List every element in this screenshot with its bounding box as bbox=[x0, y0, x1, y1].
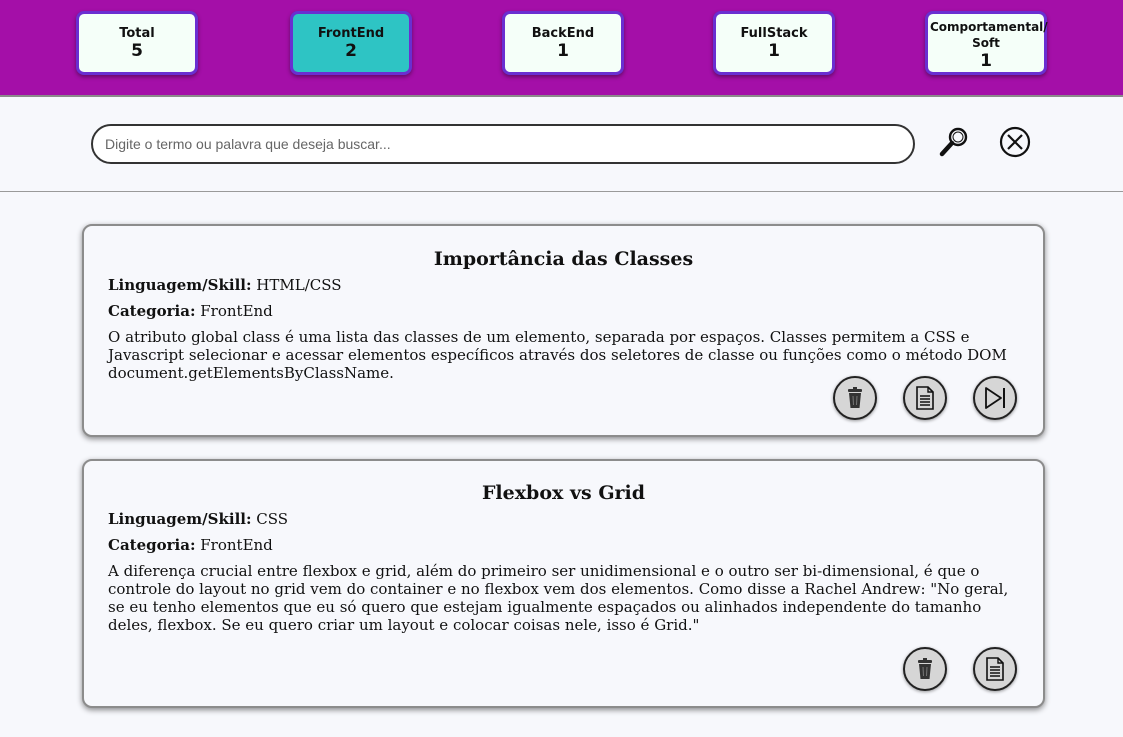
card-actions bbox=[833, 376, 1019, 420]
language-label: Linguagem/Skill: bbox=[108, 510, 252, 528]
document-icon bbox=[916, 386, 934, 410]
card-actions bbox=[903, 647, 1019, 691]
card-title: Importância das Classes bbox=[433, 248, 694, 270]
edit-button[interactable] bbox=[973, 647, 1017, 691]
document-icon bbox=[986, 657, 1004, 681]
trash-icon bbox=[918, 658, 932, 679]
language-value: CSS bbox=[256, 510, 289, 528]
category-label: Categoria: bbox=[108, 536, 196, 554]
delete-button[interactable] bbox=[903, 647, 947, 691]
card-description: A diferença crucial entre flexbox e grid… bbox=[108, 562, 1009, 634]
search-button[interactable] bbox=[937, 124, 973, 160]
category-value: FrontEnd bbox=[200, 302, 273, 320]
card-description: O atributo global class é uma lista das … bbox=[108, 328, 1007, 382]
search-input[interactable] bbox=[91, 124, 915, 164]
clear-search-button[interactable] bbox=[997, 124, 1033, 160]
stat-label: FullStack bbox=[740, 26, 808, 41]
edit-button[interactable] bbox=[903, 376, 947, 420]
stat-total[interactable]: Total 5 bbox=[76, 11, 198, 75]
card-category-row: Categoria: FrontEnd bbox=[108, 302, 1019, 320]
delete-button[interactable] bbox=[833, 376, 877, 420]
card-title: Flexbox vs Grid bbox=[481, 482, 646, 504]
language-label: Linguagem/Skill: bbox=[108, 276, 252, 294]
stat-backend[interactable]: BackEnd 1 bbox=[502, 11, 624, 75]
trash-icon bbox=[848, 387, 862, 408]
tip-card: Flexbox vs Grid Linguagem/Skill: CSS Cat… bbox=[82, 459, 1045, 708]
stat-count: 1 bbox=[768, 41, 780, 61]
stat-comportamental-soft[interactable]: Comportamental/ Soft 1 bbox=[925, 11, 1048, 75]
category-label: Categoria: bbox=[108, 302, 196, 320]
card-language-row: Linguagem/Skill: CSS bbox=[108, 510, 1019, 528]
stat-count: 2 bbox=[345, 41, 357, 61]
stat-label: Comportamental/ Soft bbox=[930, 20, 1048, 50]
card-category-row: Categoria: FrontEnd bbox=[108, 536, 1019, 554]
language-value: HTML/CSS bbox=[256, 276, 342, 294]
tip-card: Importância das Classes Linguagem/Skill:… bbox=[82, 224, 1045, 437]
stat-label: BackEnd bbox=[531, 26, 595, 41]
category-stats-bar: Total 5 FrontEnd 2 BackEnd 1 FullStack 1… bbox=[0, 0, 1123, 97]
skip-forward-icon bbox=[985, 387, 1005, 409]
magnifier-icon bbox=[939, 127, 968, 157]
stat-count: 5 bbox=[131, 41, 143, 61]
stat-label: FrontEnd bbox=[317, 26, 385, 41]
category-value: FrontEnd bbox=[200, 536, 273, 554]
stat-count: 1 bbox=[980, 51, 992, 71]
card-language-row: Linguagem/Skill: HTML/CSS bbox=[108, 276, 1019, 294]
stat-count: 1 bbox=[557, 41, 569, 61]
open-video-button[interactable] bbox=[973, 376, 1017, 420]
stat-label: Total bbox=[119, 26, 155, 41]
stat-frontend[interactable]: FrontEnd 2 bbox=[290, 11, 412, 75]
search-area bbox=[0, 97, 1123, 192]
stat-fullstack[interactable]: FullStack 1 bbox=[713, 11, 835, 75]
circle-x-icon bbox=[999, 126, 1031, 158]
